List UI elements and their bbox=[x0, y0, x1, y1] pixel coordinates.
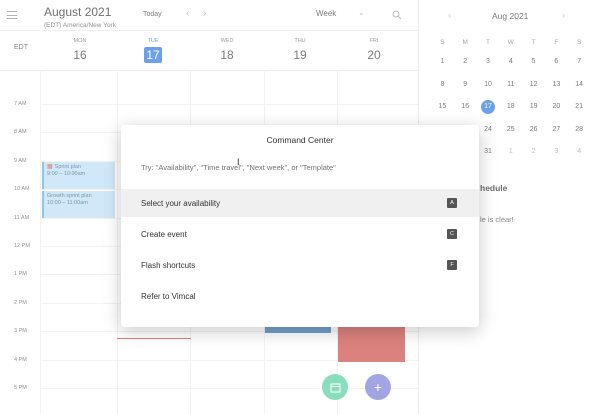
command-label: Create event bbox=[141, 229, 187, 239]
command-create-event[interactable]: Create event C bbox=[121, 220, 479, 248]
command-label: Flash shortcuts bbox=[141, 260, 196, 270]
shortcut-key: A bbox=[447, 198, 457, 208]
shortcut-key: C bbox=[447, 229, 457, 239]
text-cursor-icon: I bbox=[237, 157, 240, 167]
command-label: Refer to Vimcal bbox=[141, 291, 196, 301]
command-select-availability[interactable]: Select your availability A bbox=[121, 189, 479, 217]
command-center-modal: Command Center I Select your availabilit… bbox=[121, 125, 479, 327]
command-search-input[interactable] bbox=[141, 161, 461, 173]
command-flash-shortcuts[interactable]: Flash shortcuts F bbox=[121, 251, 479, 279]
shortcut-key: F bbox=[447, 260, 457, 270]
modal-title: Command Center bbox=[266, 135, 334, 145]
command-refer-vimcal[interactable]: Refer to Vimcal bbox=[121, 282, 479, 310]
command-label: Select your availability bbox=[141, 198, 221, 208]
